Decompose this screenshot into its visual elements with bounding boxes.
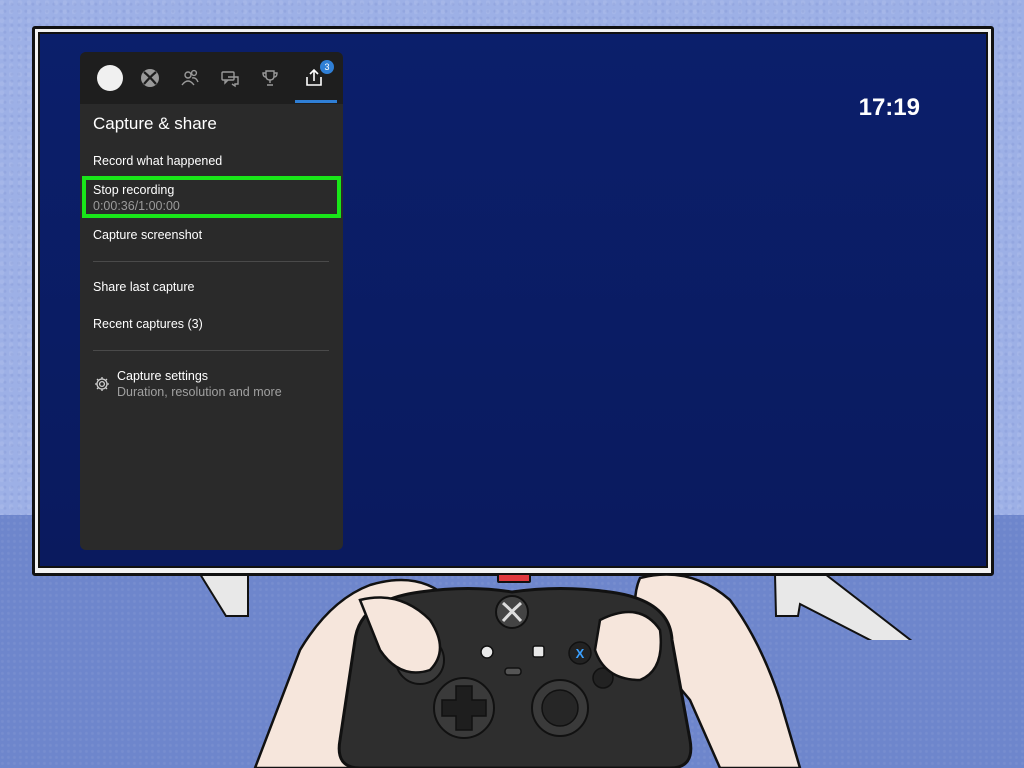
x-button-label: X bbox=[576, 646, 585, 661]
view-button bbox=[480, 645, 494, 659]
menu-button bbox=[532, 645, 545, 658]
share-button bbox=[504, 667, 522, 676]
hands-holding-controller: X bbox=[253, 573, 802, 768]
